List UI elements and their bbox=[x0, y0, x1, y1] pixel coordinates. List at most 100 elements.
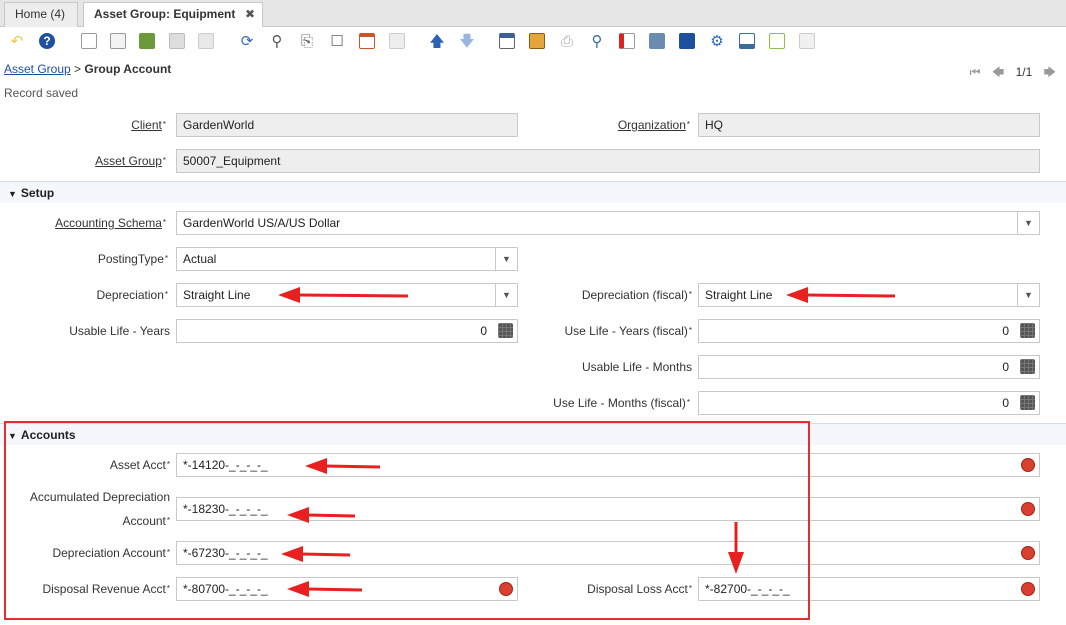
calculator-icon[interactable] bbox=[498, 323, 513, 338]
client-label[interactable]: Client* bbox=[60, 117, 166, 133]
depreciation-label: Depreciation* bbox=[96, 288, 169, 302]
first-record-icon[interactable]: ⏮ bbox=[970, 65, 981, 79]
chevron-down-icon[interactable]: ▼ bbox=[495, 284, 517, 306]
depreciation-fiscal-select[interactable]: Straight Line ▼ bbox=[698, 283, 1040, 307]
depr-acct-value: *-67230-_-_-_-_ bbox=[183, 546, 268, 560]
disposal-loss-field[interactable]: *-82700-_-_-_-_ bbox=[698, 577, 1040, 601]
export-icon[interactable] bbox=[736, 30, 758, 52]
account-combination-icon[interactable] bbox=[1021, 502, 1035, 516]
account-combination-icon[interactable] bbox=[1021, 582, 1035, 596]
copy-record-icon[interactable] bbox=[107, 30, 129, 52]
asset-group-label[interactable]: Asset Group* bbox=[40, 153, 166, 169]
process-icon[interactable] bbox=[646, 30, 668, 52]
account-combination-icon[interactable] bbox=[1021, 546, 1035, 560]
asset-group-field[interactable]: 50007_Equipment bbox=[176, 149, 1040, 173]
tab-bar: Home (4) Asset Group: Equipment ✖ bbox=[0, 0, 1066, 28]
depreciation-fiscal-label: Depreciation (fiscal)* bbox=[581, 288, 692, 302]
chevron-down-icon[interactable]: ▼ bbox=[1017, 212, 1039, 234]
next-record-arrow-icon[interactable]: 🡆 bbox=[1044, 65, 1056, 79]
depr-acct-label: Depreciation Account* bbox=[52, 546, 170, 560]
accounts-section-title: Accounts bbox=[20, 428, 76, 442]
import-icon[interactable] bbox=[766, 30, 788, 52]
use-life-years-fiscal-value: 0 bbox=[1002, 324, 1009, 338]
breadcrumb-current: Group Account bbox=[84, 62, 172, 76]
calculator-icon[interactable] bbox=[1020, 323, 1035, 338]
tab-home-label: Home (4) bbox=[15, 7, 66, 21]
depreciation-fiscal-value: Straight Line bbox=[705, 288, 773, 302]
account-combination-icon[interactable] bbox=[1021, 458, 1035, 472]
chevron-down-icon[interactable]: ▼ bbox=[1017, 284, 1039, 306]
find-icon[interactable]: ⚲ bbox=[266, 30, 288, 52]
tab-home[interactable]: Home (4) bbox=[4, 2, 78, 27]
help-icon[interactable]: ? bbox=[36, 30, 58, 52]
settings-icon[interactable]: ⚙ bbox=[706, 30, 728, 52]
use-life-months-fiscal-label: Use Life - Months (fiscal)* bbox=[553, 396, 690, 410]
breadcrumb: Asset Group > Group Account bbox=[4, 62, 171, 76]
undo-icon[interactable]: ↶ bbox=[6, 30, 28, 52]
depreciation-select[interactable]: Straight Line ▼ bbox=[176, 283, 518, 307]
usable-life-months-field[interactable]: 0 bbox=[698, 355, 1040, 379]
accounting-schema-select[interactable]: GardenWorld US/A/US Dollar ▼ bbox=[176, 211, 1040, 235]
accum-depr-acct-label-line1: Accumulated Depreciation bbox=[29, 490, 170, 504]
posting-type-value: Actual bbox=[183, 252, 217, 266]
previous-record-icon[interactable]: 🡅 bbox=[426, 30, 448, 52]
archive-icon[interactable] bbox=[526, 30, 548, 52]
usable-life-years-field[interactable]: 0 bbox=[176, 319, 518, 343]
refresh-icon[interactable]: ⟳ bbox=[236, 30, 258, 52]
collapse-triangle-icon: ▼ bbox=[8, 431, 17, 441]
tab-asset-group-label: Asset Group: Equipment bbox=[94, 7, 236, 21]
asset-acct-field[interactable]: *-14120-_-_-_-_ bbox=[176, 453, 1040, 477]
usable-life-years-label: Usable Life - Years bbox=[69, 324, 170, 338]
disposal-revenue-field[interactable]: *-80700-_-_-_-_ bbox=[176, 577, 518, 601]
grid-toggle-icon[interactable] bbox=[356, 30, 378, 52]
usable-life-months-value: 0 bbox=[1002, 360, 1009, 374]
customize-icon[interactable] bbox=[796, 30, 818, 52]
workflow-icon[interactable] bbox=[616, 30, 638, 52]
setup-section-header[interactable]: ▼ Setup bbox=[0, 181, 1066, 203]
zoom-across-icon[interactable]: ⚲ bbox=[586, 30, 608, 52]
multi-record-icon[interactable] bbox=[386, 30, 408, 52]
toolbar: ↶ ? ⟳ ⚲ ⎘ ☐ 🡅 🡇 ⎙ ⚲ ⚙ bbox=[0, 27, 1066, 57]
save-new-icon[interactable] bbox=[195, 30, 217, 52]
delete-record-icon[interactable] bbox=[136, 30, 158, 52]
print-icon[interactable]: ⎙ bbox=[556, 30, 578, 52]
accounts-section-header[interactable]: ▼ Accounts bbox=[0, 423, 1066, 445]
usable-life-years-value: 0 bbox=[480, 324, 487, 338]
client-field[interactable]: GardenWorld bbox=[176, 113, 518, 137]
account-combination-icon[interactable] bbox=[499, 582, 513, 596]
status-message: Record saved bbox=[4, 86, 79, 100]
accounting-schema-label[interactable]: Accounting Schema* bbox=[10, 215, 166, 231]
calculator-icon[interactable] bbox=[1020, 395, 1035, 410]
use-life-years-fiscal-field[interactable]: 0 bbox=[698, 319, 1040, 343]
previous-record-arrow-icon[interactable]: 🡄 bbox=[992, 65, 1004, 79]
organization-field[interactable]: HQ bbox=[698, 113, 1040, 137]
breadcrumb-asset-group-link[interactable]: Asset Group bbox=[4, 62, 71, 76]
tab-asset-group[interactable]: Asset Group: Equipment ✖ bbox=[83, 2, 263, 28]
disposal-loss-label: Disposal Loss Acct* bbox=[587, 582, 692, 596]
attachment-icon[interactable]: ⎘ bbox=[296, 30, 318, 52]
posting-type-select[interactable]: Actual ▼ bbox=[176, 247, 518, 271]
accum-depr-acct-value: *-18230-_-_-_-_ bbox=[183, 502, 268, 516]
accum-depr-acct-field[interactable]: *-18230-_-_-_-_ bbox=[176, 497, 1040, 521]
depr-acct-field[interactable]: *-67230-_-_-_-_ bbox=[176, 541, 1040, 565]
record-pager: ⏮ 🡄 1/1 🡆 bbox=[962, 63, 1056, 84]
asset-acct-label: Asset Acct* bbox=[109, 458, 170, 472]
posting-type-label: PostingType* bbox=[97, 252, 168, 266]
chat-icon[interactable]: ☐ bbox=[326, 30, 348, 52]
report-icon[interactable] bbox=[496, 30, 518, 52]
record-count: 1/1 bbox=[1015, 65, 1033, 79]
next-record-icon[interactable]: 🡇 bbox=[456, 30, 478, 52]
chevron-down-icon[interactable]: ▼ bbox=[495, 248, 517, 270]
organization-label[interactable]: Organization* bbox=[560, 117, 690, 133]
product-info-icon[interactable] bbox=[676, 30, 698, 52]
disposal-revenue-value: *-80700-_-_-_-_ bbox=[183, 582, 268, 596]
accum-depr-acct-label-line2: Account* bbox=[122, 514, 170, 528]
save-icon[interactable] bbox=[166, 30, 188, 52]
use-life-months-fiscal-field[interactable]: 0 bbox=[698, 391, 1040, 415]
usable-life-months-label: Usable Life - Months bbox=[581, 360, 692, 374]
close-tab-icon[interactable]: ✖ bbox=[245, 3, 255, 26]
depreciation-value: Straight Line bbox=[183, 288, 251, 302]
calculator-icon[interactable] bbox=[1020, 359, 1035, 374]
new-record-icon[interactable] bbox=[78, 30, 100, 52]
disposal-loss-value: *-82700-_-_-_-_ bbox=[705, 582, 790, 596]
